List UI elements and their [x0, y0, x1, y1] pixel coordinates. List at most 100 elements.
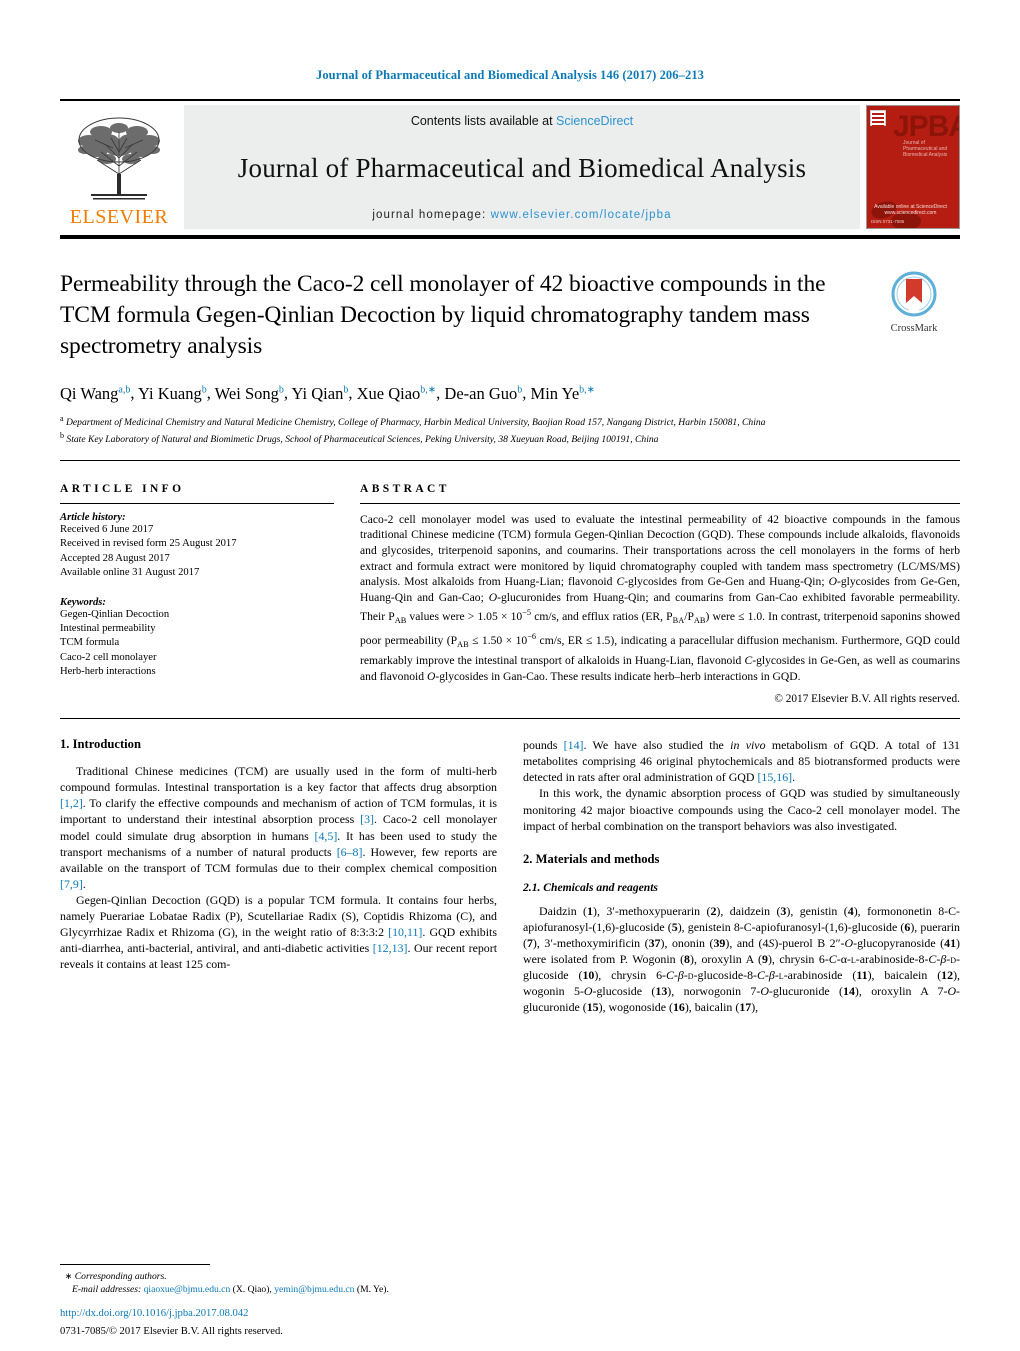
author-affil-mark: b	[201, 384, 207, 395]
citation-link[interactable]: [14]	[564, 738, 584, 752]
paragraph: Traditional Chinese medicines (TCM) are …	[60, 764, 497, 891]
citation-link[interactable]: [4,5]	[315, 829, 338, 843]
contents-prefix: Contents lists available at	[410, 114, 557, 128]
author-entry: Qi Wanga,b	[60, 384, 130, 403]
affiliation-item: a Department of Medicinal Chemistry and …	[60, 412, 960, 430]
cover-title-text: JPBA	[893, 110, 959, 143]
email-note: E-mail addresses: qiaoxue@bjmu.edu.cn (X…	[60, 1283, 494, 1296]
author-affil-mark: b	[517, 384, 523, 395]
crossmark-label: CrossMark	[890, 323, 938, 334]
affiliation-mark: b	[60, 431, 64, 441]
author-affil-mark: b,∗	[579, 384, 596, 395]
author-name: Yi Qian	[291, 383, 344, 403]
subsection-heading-chemicals: 2.1. Chemicals and reagents	[523, 880, 658, 894]
sciencedirect-link[interactable]: ScienceDirect	[556, 114, 633, 128]
author-name: Qi Wang	[60, 383, 119, 403]
corresponding-author-text: Corresponding authors.	[74, 1271, 167, 1282]
paragraph: Daidzin (1), 3′-methoxypuerarin (2), dai…	[523, 903, 961, 1015]
author-entry: Wei Songb	[215, 384, 284, 403]
author-affil-mark: b	[343, 384, 349, 395]
affiliation-mark: a	[60, 413, 64, 423]
author-entry: Yi Qianb	[292, 384, 349, 403]
keyword-item: Herb-herb interactions	[60, 666, 156, 678]
history-item: Received in revised form 25 August 2017	[60, 538, 237, 550]
email-label: E-mail addresses:	[72, 1284, 142, 1295]
keyword-item: TCM formula	[60, 637, 120, 649]
homepage-prefix: journal homepage:	[372, 209, 491, 221]
journal-title: Journal of Pharmaceutical and Biomedical…	[237, 153, 807, 183]
elsevier-tree-icon	[78, 117, 160, 200]
paper-page: Journal of Pharmaceutical and Biomedical…	[0, 0, 1020, 1351]
abstract-copyright: © 2017 Elsevier B.V. All rights reserved…	[774, 693, 960, 706]
section-heading-materials: 2. Materials and methods	[523, 851, 660, 866]
citation-link[interactable]: [6–8]	[337, 845, 363, 859]
masthead-center: Contents lists available at ScienceDirec…	[184, 105, 860, 229]
author-name: Xue Qiao	[356, 383, 421, 403]
keyword-item: Caco-2 cell monolayer	[60, 651, 157, 663]
page-title: Permeability through the Caco-2 cell mon…	[60, 271, 826, 359]
citation-link[interactable]: [3]	[360, 812, 374, 826]
citation-link[interactable]: [1,2]	[60, 796, 83, 810]
citation-link[interactable]: [12,13]	[373, 941, 408, 955]
footnote-block: ∗ Corresponding authors. E-mail addresse…	[60, 1264, 494, 1296]
doi-block: http://dx.doi.org/10.1016/j.jpba.2017.08…	[60, 1307, 494, 1339]
elsevier-wordmark: ELSEVIER	[69, 206, 169, 228]
history-item: Available online 31 August 2017	[60, 567, 200, 579]
masthead-bottom-rule	[60, 235, 960, 239]
email-owner-qiao: (X. Qiao),	[232, 1284, 272, 1295]
info-abstract-block: ARTICLE INFO Article history: Received 6…	[60, 483, 960, 705]
author-list: Qi Wanga,b, Yi Kuangb, Wei Songb, Yi Qia…	[60, 383, 596, 403]
doi-link[interactable]: http://dx.doi.org/10.1016/j.jpba.2017.08…	[60, 1307, 494, 1321]
section-divider	[60, 718, 960, 720]
keywords-block: Keywords: Gegen-Qinlian Decoction Intest…	[60, 597, 334, 680]
section-heading-introduction: 1. Introduction	[60, 737, 141, 752]
body-columns: 1. Introduction Traditional Chinese medi…	[60, 737, 960, 1015]
affiliation-text: Department of Medicinal Chemistry and Na…	[65, 416, 766, 428]
corresponding-author-note: ∗ Corresponding authors.	[64, 1271, 167, 1282]
citation-link[interactable]: [15,16]	[757, 770, 792, 784]
divider	[60, 502, 334, 504]
paragraph: In this work, the dynamic absorption pro…	[523, 786, 960, 833]
author-entry: Xue Qiaob,∗	[357, 384, 437, 403]
abstract-column: ABSTRACT Caco-2 cell monolayer model was…	[360, 483, 960, 705]
crossmark-icon	[891, 271, 937, 317]
running-head: Journal of Pharmaceutical and Biomedical…	[315, 68, 705, 82]
citation-link[interactable]: [10,11]	[388, 925, 422, 939]
history-item: Accepted 28 August 2017	[60, 552, 170, 564]
author-name: Min Ye	[530, 383, 580, 403]
email-link-qiao[interactable]: qiaoxue@bjmu.edu.cn	[144, 1284, 231, 1295]
email-link-ye[interactable]: yemin@bjmu.edu.cn	[274, 1284, 354, 1295]
author-affil-mark: b,∗	[420, 384, 437, 395]
homepage-url-link[interactable]: www.elsevier.com/locate/jpba	[491, 209, 672, 221]
keywords-title: Keywords:	[60, 596, 106, 608]
keyword-item: Gegen-Qinlian Decoction	[60, 608, 170, 620]
article-info-heading: ARTICLE INFO	[60, 482, 185, 495]
email-owner-ye: (M. Ye).	[356, 1284, 389, 1295]
cover-logo-box	[870, 110, 886, 127]
divider	[360, 502, 960, 504]
abstract-heading: ABSTRACT	[360, 482, 450, 495]
author-name: Yi Kuang	[138, 383, 202, 403]
cover-footer-text: ISSN 0731-7085	[871, 219, 905, 224]
paragraph: Gegen-Qinlian Decoction (GQD) is a popul…	[60, 892, 497, 972]
citation-link[interactable]: [7,9]	[60, 877, 83, 891]
cover-elsevier-text: Available online at ScienceDirect www.sc…	[874, 204, 947, 216]
issn-copyright-line: 0731-7085/© 2017 Elsevier B.V. All right…	[60, 1326, 283, 1337]
article-history-title: Article history:	[60, 511, 126, 523]
journal-homepage-line: journal homepage: www.elsevier.com/locat…	[372, 209, 671, 221]
journal-masthead: ELSEVIER Contents lists available at Sci…	[60, 99, 960, 229]
title-block: Permeability through the Caco-2 cell mon…	[60, 269, 960, 362]
author-entry: De-an Guob	[444, 384, 522, 403]
affiliation-list: a Department of Medicinal Chemistry and …	[60, 412, 960, 447]
cover-subtitle-text: Journal of Pharmaceutical and Biomedical…	[903, 140, 948, 158]
contents-lists-line: Contents lists available at ScienceDirec…	[411, 114, 633, 128]
paragraph: pounds [14]. We have also studied the in…	[523, 738, 961, 785]
author-affil-mark: a,b	[118, 384, 131, 395]
journal-cover-thumbnail: JPBA Journal of Pharmaceutical and Biome…	[866, 105, 960, 229]
author-name: Wei Song	[214, 383, 279, 403]
crossmark-badge[interactable]: CrossMark	[868, 269, 960, 362]
body-column-right: pounds [14]. We have also studied the in…	[523, 737, 960, 1015]
author-entry: Yi Kuangb	[138, 384, 207, 403]
abstract-text: Caco-2 cell monolayer model was used to …	[360, 512, 961, 683]
footnote-rule	[60, 1264, 210, 1265]
